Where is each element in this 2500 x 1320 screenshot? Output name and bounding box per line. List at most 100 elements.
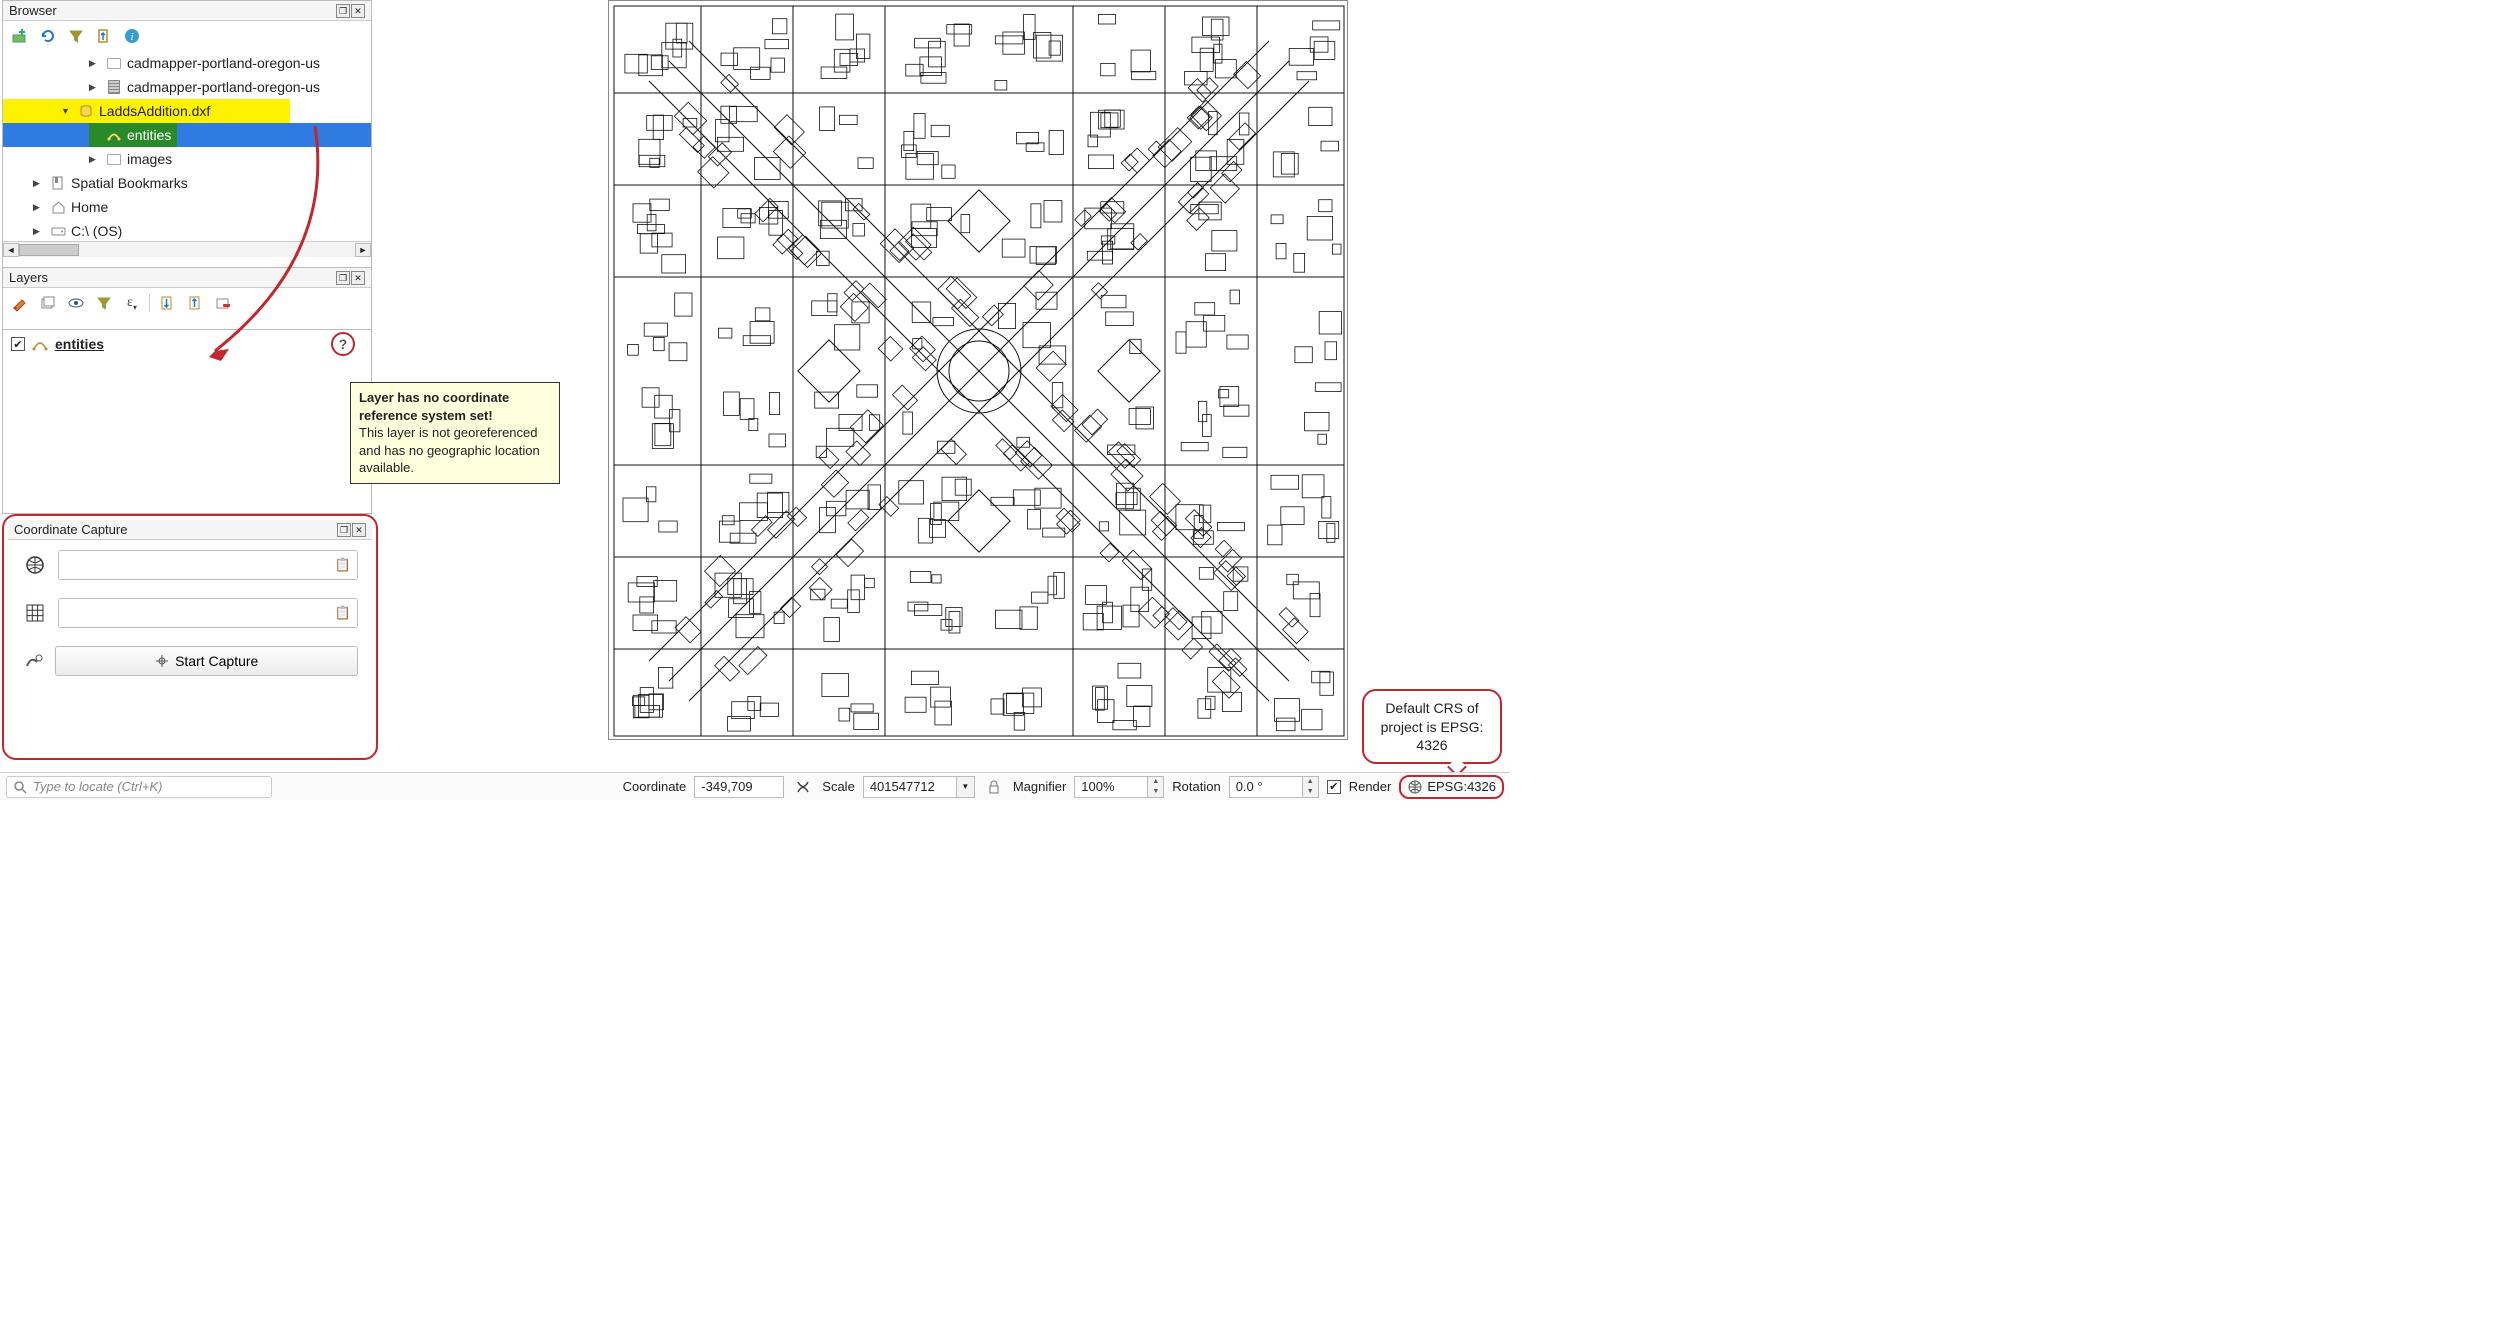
crs-picker-icon[interactable] xyxy=(22,552,48,578)
search-icon xyxy=(13,780,27,794)
browser-restore-button[interactable]: ❐ xyxy=(336,4,350,18)
rotation-input[interactable]: 0.0 ° xyxy=(1229,776,1303,798)
coord-close-button[interactable]: ✕ xyxy=(352,523,366,537)
tree-item[interactable]: ▼ LaddsAddition.dxf xyxy=(3,99,371,123)
coord-header: Coordinate Capture ❐ ✕ xyxy=(8,520,372,540)
tree-item[interactable]: ▶ cadmapper-portland-oregon-us xyxy=(3,51,371,75)
add-group-icon[interactable] xyxy=(37,292,59,314)
magnifier-spinner[interactable]: ▲▼ xyxy=(1148,776,1164,798)
refresh-icon[interactable] xyxy=(37,25,59,47)
browser-tree[interactable]: ▶ cadmapper-portland-oregon-us ▶ cadmapper-… xyxy=(3,51,371,241)
toggle-extents-icon[interactable] xyxy=(792,776,814,798)
folder-icon xyxy=(105,54,123,72)
scale-label: Scale xyxy=(822,779,855,794)
coordinate-capture-panel: Coordinate Capture ❐ ✕ 📋 📋 Start Capture xyxy=(8,520,372,754)
copy-icon[interactable]: 📋 xyxy=(335,605,351,621)
tracking-icon[interactable] xyxy=(22,648,45,674)
magnifier-input[interactable]: 100% xyxy=(1074,776,1148,798)
status-bar: Type to locate (Ctrl+K) Coordinate -349,… xyxy=(0,772,1510,800)
crs-warning-indicator[interactable]: ? xyxy=(331,332,355,356)
coord-restore-button[interactable]: ❐ xyxy=(337,523,351,537)
browser-hscroll[interactable]: ◄ ► xyxy=(3,241,371,257)
tree-toggle[interactable]: ▶ xyxy=(89,82,101,93)
tree-toggle[interactable]: ▶ xyxy=(33,202,45,213)
tree-item-label: images xyxy=(127,151,172,167)
line-icon xyxy=(105,126,123,144)
scale-dropdown-button[interactable]: ▼ xyxy=(957,776,975,798)
start-capture-button[interactable]: Start Capture xyxy=(55,646,358,676)
tree-item[interactable]: ▶Home xyxy=(3,195,371,219)
tree-item[interactable]: entities xyxy=(3,123,371,147)
folder-icon xyxy=(105,150,123,168)
expand-icon[interactable] xyxy=(156,292,178,314)
tree-toggle[interactable]: ▶ xyxy=(33,178,45,189)
scale-input[interactable]: 401547712 xyxy=(863,776,957,798)
browser-panel: Browser ❐ ✕ i ▶ cadmapper-portland-oregon… xyxy=(2,0,372,268)
layer-visibility-checkbox[interactable]: ✔ xyxy=(11,337,25,351)
drive-icon xyxy=(49,222,67,240)
layer-row-entities[interactable]: ✔ entities xyxy=(3,330,371,358)
crs-callout-annotation: Default CRS of project is EPSG: 4326 xyxy=(1362,689,1502,764)
project-crs-button[interactable]: EPSG:4326 xyxy=(1399,775,1504,799)
map-canvas[interactable] xyxy=(608,0,1348,740)
zip-icon xyxy=(105,78,123,96)
scroll-thumb[interactable] xyxy=(19,244,79,256)
tree-item-label: C:\ (OS) xyxy=(71,223,122,239)
layers-body: ✔ entities ? xyxy=(2,330,372,514)
rotation-spinner[interactable]: ▲▼ xyxy=(1303,776,1319,798)
remove-icon[interactable] xyxy=(212,292,234,314)
svg-text:i: i xyxy=(130,31,133,43)
tree-item[interactable]: ▶ C:\ (OS) xyxy=(3,219,371,241)
tooltip-title: Layer has no coordinate reference system… xyxy=(359,389,551,424)
browser-toolbar: i xyxy=(3,21,371,51)
collapse-icon[interactable] xyxy=(93,25,115,47)
lock-icon[interactable] xyxy=(983,776,1005,798)
render-label: Render xyxy=(1349,779,1392,794)
tree-toggle[interactable]: ▶ xyxy=(89,58,101,69)
layers-restore-button[interactable]: ❐ xyxy=(336,271,350,285)
tooltip-body: This layer is not georeferenced and has … xyxy=(359,424,551,477)
tree-item-label: cadmapper-portland-oregon-us xyxy=(127,55,320,71)
globe-icon xyxy=(1407,779,1423,795)
tree-item[interactable]: ▶ cadmapper-portland-oregon-us xyxy=(3,75,371,99)
tree-item[interactable]: ▶ images xyxy=(3,147,371,171)
magnifier-label: Magnifier xyxy=(1013,779,1066,794)
scroll-left-button[interactable]: ◄ xyxy=(3,243,19,257)
copy-icon[interactable]: 📋 xyxy=(335,557,351,573)
tree-toggle[interactable]: ▼ xyxy=(61,106,73,116)
scroll-track[interactable] xyxy=(19,243,355,257)
render-checkbox[interactable]: ✔ xyxy=(1327,780,1341,794)
crosshair-icon xyxy=(155,654,169,668)
filter-icon[interactable] xyxy=(93,292,115,314)
locator-input[interactable]: Type to locate (Ctrl+K) xyxy=(6,776,272,798)
layer-name: entities xyxy=(55,336,104,352)
info-icon[interactable]: i xyxy=(121,25,143,47)
layers-close-button[interactable]: ✕ xyxy=(351,271,365,285)
collapse-icon[interactable] xyxy=(184,292,206,314)
coord-map-input[interactable]: 📋 xyxy=(58,598,358,628)
filter-icon[interactable] xyxy=(65,25,87,47)
tree-toggle[interactable]: ▶ xyxy=(33,226,45,237)
coordinate-value-input[interactable]: -349,709 xyxy=(694,776,784,798)
browser-header: Browser ❐ ✕ xyxy=(3,1,371,21)
locator-placeholder: Type to locate (Ctrl+K) xyxy=(33,779,162,794)
home-icon xyxy=(49,198,67,216)
tree-item[interactable]: ▶ Spatial Bookmarks xyxy=(3,171,371,195)
tree-item-label: LaddsAddition.dxf xyxy=(99,103,210,119)
epsg-text: EPSG:4326 xyxy=(1427,779,1496,794)
browser-close-button[interactable]: ✕ xyxy=(351,4,365,18)
style-icon[interactable] xyxy=(9,292,31,314)
tree-toggle[interactable]: ▶ xyxy=(89,154,101,165)
visibility-icon[interactable] xyxy=(65,292,87,314)
scroll-right-button[interactable]: ► xyxy=(355,243,371,257)
add-layer-icon[interactable] xyxy=(9,25,31,47)
coordinate-label: Coordinate xyxy=(623,779,687,794)
layers-header: Layers ❐ ✕ xyxy=(3,268,371,288)
coord-crs-input[interactable]: 📋 xyxy=(58,550,358,580)
tree-item-label: Spatial Bookmarks xyxy=(71,175,188,191)
expression-icon[interactable]: ε▾ xyxy=(121,292,143,314)
separator xyxy=(149,294,150,312)
tree-item-label: cadmapper-portland-oregon-us xyxy=(127,79,320,95)
grid-icon[interactable] xyxy=(22,600,48,626)
coordinate-capture-annotation: Coordinate Capture ❐ ✕ 📋 📋 Start Capture xyxy=(2,514,378,760)
